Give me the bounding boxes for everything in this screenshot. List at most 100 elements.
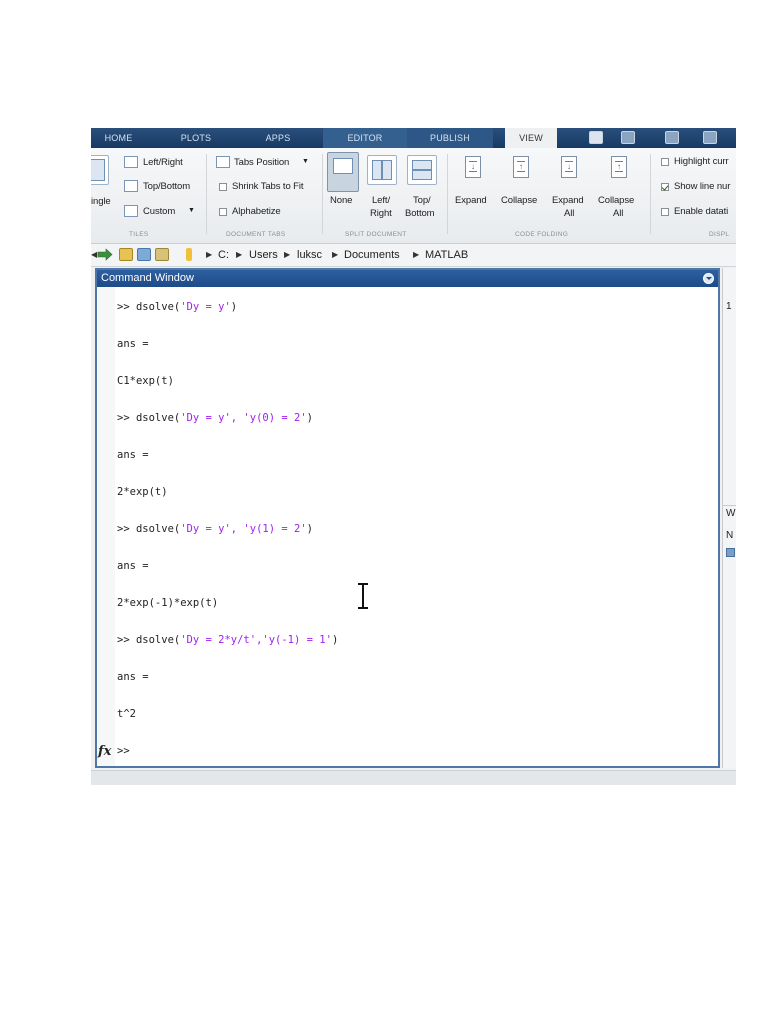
command-line: ans = <box>117 671 149 683</box>
split-none-label: None <box>330 195 353 206</box>
string-literal: 'Dy = y' <box>180 301 231 313</box>
path-crumb-documents[interactable]: Documents <box>344 249 400 261</box>
quick-access-icon[interactable] <box>665 131 679 144</box>
split-none-button[interactable] <box>327 152 359 192</box>
collapse-button[interactable]: Collapse <box>501 195 537 206</box>
tab-editor[interactable]: EDITOR <box>323 128 407 148</box>
folder-icon[interactable] <box>155 248 169 261</box>
browse-folder-icon[interactable] <box>137 248 151 261</box>
command-line: ans = <box>117 338 149 350</box>
enable-datatips-checkbox[interactable] <box>661 208 669 216</box>
custom-layout-button[interactable]: Custom <box>143 206 175 217</box>
expand-all-label-2: All <box>564 208 575 219</box>
command-line: t^2 <box>117 708 136 720</box>
command-line: >> dsolve('Dy = y', 'y(1) = 2') <box>117 523 313 536</box>
command-text: >> dsolve( <box>117 634 181 646</box>
string-literal: 'Dy = y', 'y(0) = 2' <box>180 412 307 424</box>
forward-arrow-icon[interactable] <box>97 248 113 261</box>
view-ribbon: ingle Left/Right Top/Bottom Custom ▼ TIL… <box>91 148 736 244</box>
alphabetize-checkbox[interactable] <box>219 208 227 216</box>
separator <box>650 154 651 234</box>
toolstrip-tabs: HOME PLOTS APPS EDITOR PUBLISH VIEW <box>91 128 736 149</box>
workspace-column-letter: N <box>726 530 734 541</box>
path-separator-icon: ▶ <box>236 250 243 259</box>
display-section-label: DISPL <box>709 231 730 238</box>
chevron-down-icon: ▼ <box>188 207 195 214</box>
path-crumb-drive[interactable]: C: <box>218 249 229 261</box>
shrink-tabs-label: Shrink Tabs to Fit <box>232 181 304 192</box>
top-bottom-icon <box>124 180 138 192</box>
path-crumb-users[interactable]: Users <box>249 249 278 261</box>
current-folder-bar: ◀ ▶ C: ▶ Users ▶ luksc ▶ Documents ▶ MAT… <box>91 244 736 267</box>
split-document-section-label: SPLIT DOCUMENT <box>345 231 407 238</box>
tab-plots[interactable]: PLOTS <box>161 128 231 148</box>
string-literal: 'Dy = 2*y/t','y(-1) = 1' <box>180 634 332 646</box>
tab-home[interactable]: HOME <box>91 128 146 148</box>
command-text: >> dsolve( <box>117 412 181 424</box>
command-line: ans = <box>117 560 149 572</box>
single-label: ingle <box>91 196 111 207</box>
command-line: 2*exp(-1)*exp(t) <box>117 597 219 609</box>
left-right-button[interactable]: Left/Right <box>143 157 183 168</box>
fx-icon[interactable]: fx <box>98 745 111 758</box>
collapse-icon[interactable]: ↑ <box>513 156 529 178</box>
tab-apps[interactable]: APPS <box>249 128 307 148</box>
command-line: C1*exp(t) <box>117 375 174 387</box>
command-window: Command Window >> dsolve('Dy = y') ans = C… <box>95 268 720 768</box>
show-line-numbers-checkbox[interactable] <box>661 183 669 191</box>
command-line: >> dsolve('Dy = y') <box>117 301 237 314</box>
chevron-down-icon: ▼ <box>302 158 309 165</box>
split-left-label: Left/ <box>372 195 390 206</box>
quick-access-icon[interactable] <box>621 131 635 144</box>
code-folding-section-label: CODE FOLDING <box>515 231 569 238</box>
matlab-window: HOME PLOTS APPS EDITOR PUBLISH VIEW ingl… <box>91 128 736 785</box>
command-text: ) <box>306 412 313 424</box>
panel-digit: 1 <box>726 301 732 312</box>
separator <box>322 154 323 234</box>
command-text: ) <box>306 523 313 535</box>
top-bottom-button[interactable]: Top/Bottom <box>143 181 190 192</box>
path-crumb-user[interactable]: luksc <box>297 249 322 261</box>
collapse-all-icon[interactable]: ↑ <box>611 156 627 178</box>
command-line: ans = <box>117 449 149 461</box>
path-separator-icon: ▶ <box>206 250 213 259</box>
path-separator-icon: ▶ <box>284 250 291 259</box>
command-window-menu-icon[interactable] <box>703 273 714 284</box>
string-literal: 'Dy = y', 'y(1) = 2' <box>180 523 307 535</box>
command-window-title-bar[interactable]: Command Window <box>97 270 718 287</box>
expand-button[interactable]: Expand <box>455 195 487 206</box>
document-tabs-section-label: DOCUMENT TABS <box>226 231 286 238</box>
shrink-tabs-checkbox[interactable] <box>219 183 227 191</box>
workspace-header-letter: W <box>726 508 736 519</box>
split-top-bottom-button[interactable] <box>407 155 437 185</box>
command-line: >> dsolve('Dy = y', 'y(0) = 2') <box>117 412 313 425</box>
save-icon[interactable] <box>589 131 603 144</box>
split-left-right-button[interactable] <box>367 155 397 185</box>
expand-all-button[interactable]: Expand <box>552 195 584 206</box>
show-line-numbers-label: Show line nur <box>674 181 731 192</box>
command-line: 2*exp(t) <box>117 486 168 498</box>
command-gutter <box>97 287 115 766</box>
quick-access-icon[interactable] <box>703 131 717 144</box>
tab-view[interactable]: VIEW <box>505 128 557 149</box>
path-crumb-matlab[interactable]: MATLAB <box>425 249 468 261</box>
command-prompt: >> <box>117 745 130 757</box>
command-text: ) <box>230 301 238 313</box>
up-folder-icon[interactable] <box>119 248 133 261</box>
alphabetize-label: Alphabetize <box>232 206 281 217</box>
single-layout-button[interactable] <box>91 155 109 185</box>
left-right-icon <box>124 156 138 168</box>
status-bar <box>91 770 736 785</box>
command-window-body[interactable]: >> dsolve('Dy = y') ans = C1*exp(t) >> dsol… <box>97 287 718 766</box>
command-window-title: Command Window <box>101 272 194 284</box>
split-right-label: Right <box>370 208 392 219</box>
highlight-line-checkbox[interactable] <box>661 158 669 166</box>
variable-icon[interactable] <box>726 548 735 557</box>
expand-icon[interactable]: ↓ <box>465 156 481 178</box>
path-separator-icon: ▶ <box>413 250 420 259</box>
collapse-all-button[interactable]: Collapse <box>598 195 634 206</box>
expand-all-icon[interactable]: ↓ <box>561 156 577 178</box>
tabs-position-button[interactable]: Tabs Position <box>234 157 289 168</box>
split-bottom-label: Bottom <box>405 208 435 219</box>
tab-publish[interactable]: PUBLISH <box>407 128 493 148</box>
